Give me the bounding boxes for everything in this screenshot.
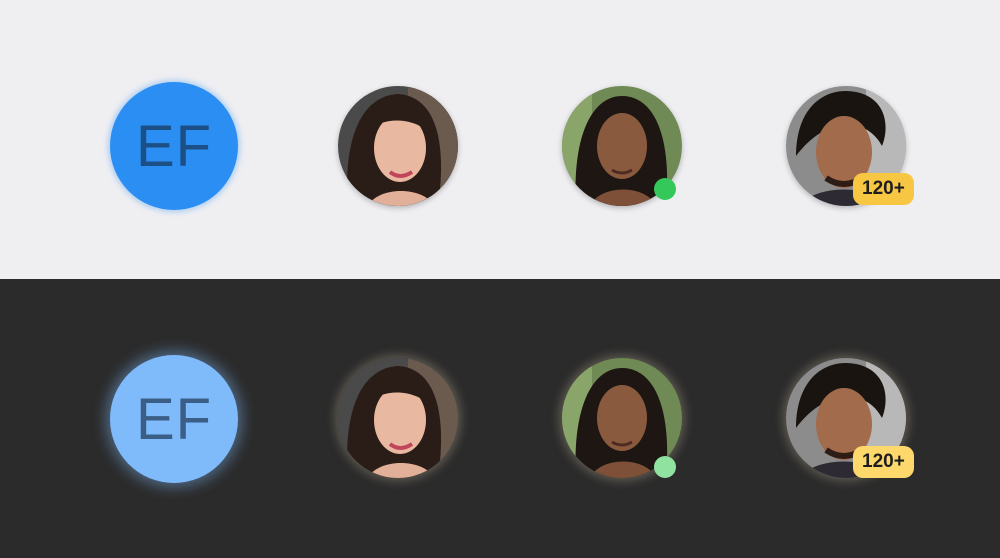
photo-avatar[interactable] [338,358,458,478]
light-theme-panel: EF 120+ [0,0,1000,279]
person-portrait-icon [338,358,458,478]
count-badge: 120+ [853,446,914,478]
person-portrait-icon [338,86,458,206]
initials-avatar[interactable]: EF [110,355,238,483]
dark-theme-panel: EF 120+ [0,279,1000,558]
count-badge: 120+ [853,173,914,205]
photo-avatar[interactable] [338,86,458,206]
initials-avatar[interactable]: EF [110,82,238,210]
online-status-dot [654,178,676,200]
online-status-dot [654,456,676,478]
